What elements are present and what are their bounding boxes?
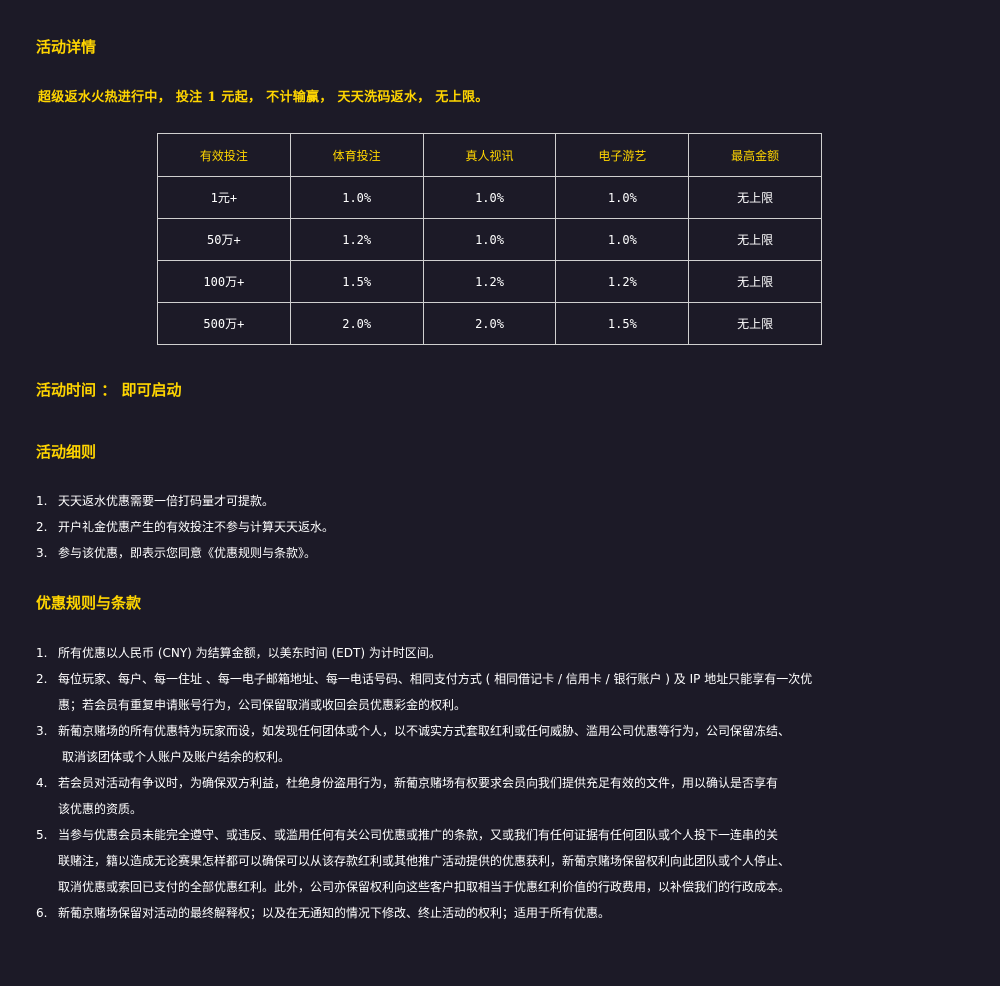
list-item: 1. 天天返水优惠需要一倍打码量才可提款。 (36, 494, 275, 508)
column-header-sports: 体育投注 (289, 133, 424, 177)
table-cell: 1.5% (555, 302, 690, 345)
rebate-rate-table: 有效投注 体育投注 真人视讯 电子游艺 最高金额 1元+ 1.0% 1.0% 1… (157, 133, 822, 345)
table-cell: 100万+ (157, 260, 291, 303)
column-header-slots: 电子游艺 (555, 133, 690, 177)
table-cell: 1元+ (157, 176, 291, 219)
table-cell: 2.0% (289, 302, 424, 345)
table-cell: 1.2% (555, 260, 690, 303)
table-row: 50万+ 1.2% 1.0% 1.0% 无上限 (157, 218, 822, 261)
table-row: 100万+ 1.5% 1.2% 1.2% 无上限 (157, 260, 822, 303)
table-cell: 2.0% (422, 302, 557, 345)
table-cell: 无上限 (688, 302, 822, 345)
list-item: 6. 新葡京赌场保留对活动的最终解释权；以及在无通知的情况下修改、终止活动的权利；… (36, 906, 611, 920)
table-cell: 1.0% (422, 176, 557, 219)
column-header-valid-bet: 有效投注 (157, 133, 291, 177)
activity-time: 活动时间 ： 即可启动 (36, 381, 182, 399)
list-item: 4. 若会员对活动有争议时，为确保双方利益，杜绝身份盗用行为，新葡京赌场有权要求会… (36, 776, 779, 816)
table-row: 1元+ 1.0% 1.0% 1.0% 无上限 (157, 176, 822, 219)
section-title: 活动详情 (36, 38, 97, 56)
terms-list: 1. 所有优惠以人民币 (CNY) 为结算金额，以美东时间 (EDT) 为计时区间… (36, 640, 936, 926)
table-cell: 1.2% (422, 260, 557, 303)
column-header-live-casino: 真人视讯 (422, 133, 557, 177)
list-item: 2. 开户礼金优惠产生的有效投注不参与计算天天返水。 (36, 520, 335, 534)
column-header-max-amount: 最高金额 (688, 133, 822, 177)
table-cell: 1.0% (555, 218, 690, 261)
rules-list: 1. 天天返水优惠需要一倍打码量才可提款。 2. 开户礼金优惠产生的有效投注不参与计… (36, 488, 334, 566)
rules-title: 活动细则 (36, 443, 97, 461)
table-cell: 无上限 (688, 260, 822, 303)
table-cell: 1.5% (289, 260, 424, 303)
table-cell: 1.0% (289, 176, 424, 219)
list-item: 3. 新葡京赌场的所有优惠特为玩家而设，如发现任何团体或个人，以不诚实方式套取红利… (36, 724, 791, 764)
list-item: 1. 所有优惠以人民币 (CNY) 为结算金额，以美东时间 (EDT) 为计时区间… (36, 646, 441, 660)
table-cell: 50万+ (157, 218, 291, 261)
table-cell: 1.0% (555, 176, 690, 219)
promotion-details-page: 活动详情 超级返水火热进行中， 投注 1 元起， 不计输赢， 天天洗码返水， 无… (0, 0, 1000, 986)
promotion-intro: 超级返水火热进行中， 投注 1 元起， 不计输赢， 天天洗码返水， 无上限。 (38, 90, 489, 105)
terms-title: 优惠规则与条款 (36, 594, 142, 612)
table-cell: 1.0% (422, 218, 557, 261)
table-header-row: 有效投注 体育投注 真人视讯 电子游艺 最高金额 (157, 133, 822, 177)
table-cell: 无上限 (688, 176, 822, 219)
list-item: 2. 每位玩家、每户、每一住址 、每一电子邮箱地址、每一电话号码、相同支付方式 (… (36, 672, 813, 712)
table-row: 500万+ 2.0% 2.0% 1.5% 无上限 (157, 302, 822, 345)
list-item: 3. 参与该优惠，即表示您同意《优惠规则与条款》。 (36, 546, 317, 560)
table-cell: 500万+ (157, 302, 291, 345)
table-cell: 1.2% (289, 218, 424, 261)
list-item: 5. 当参与优惠会员未能完全遵守、或违反、或滥用任何有关公司优惠或推广的条款，又或… (36, 828, 791, 894)
table-cell: 无上限 (688, 218, 822, 261)
